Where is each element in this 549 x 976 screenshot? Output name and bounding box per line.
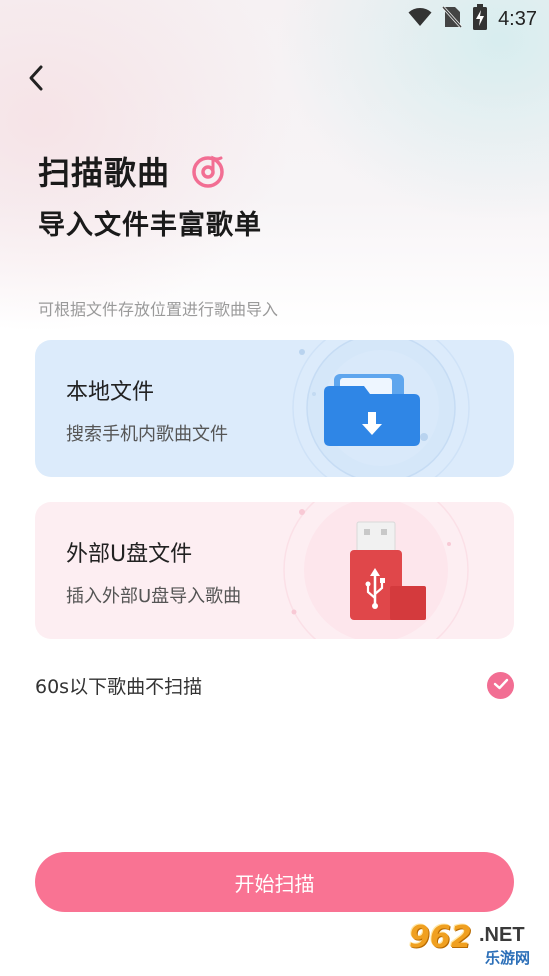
wifi-icon [408, 7, 432, 31]
usb-drive-icon [254, 502, 514, 639]
checkmark-icon [493, 676, 509, 695]
card-description: 插入外部U盘导入歌曲 [66, 586, 242, 607]
option-label: 60s以下歌曲不扫描 [35, 675, 203, 698]
watermark-number: 962 [409, 920, 472, 955]
music-disc-icon [190, 152, 228, 190]
usb-files-card[interactable]: 外部U盘文件 插入外部U盘导入歌曲 [35, 502, 514, 639]
page-title: 扫描歌曲 [38, 154, 171, 192]
card-title: 外部U盘文件 [66, 542, 193, 567]
watermark-domain: .NET [479, 924, 525, 946]
status-bar: 4:37 [0, 0, 549, 38]
page-subtitle: 导入文件丰富歌单 [38, 210, 262, 241]
status-time: 4:37 [498, 7, 537, 30]
hint-text: 可根据文件存放位置进行歌曲导入 [38, 300, 279, 319]
back-button[interactable] [18, 62, 54, 98]
local-files-card[interactable]: 本地文件 搜索手机内歌曲文件 [35, 340, 514, 477]
start-scan-button[interactable]: 开始扫描 [35, 852, 514, 912]
skip-short-songs-option[interactable]: 60s以下歌曲不扫描 [35, 665, 514, 705]
battery-charging-icon [472, 4, 488, 34]
card-description: 搜索手机内歌曲文件 [66, 424, 228, 445]
watermark-logo: 962 .NET 乐游网 [407, 920, 543, 970]
no-sim-icon [441, 5, 463, 33]
skip-short-songs-checkbox[interactable] [487, 671, 514, 699]
folder-download-icon [254, 340, 514, 477]
chevron-left-icon [26, 64, 46, 96]
card-title: 本地文件 [66, 380, 155, 405]
watermark-site: 乐游网 [485, 949, 531, 967]
